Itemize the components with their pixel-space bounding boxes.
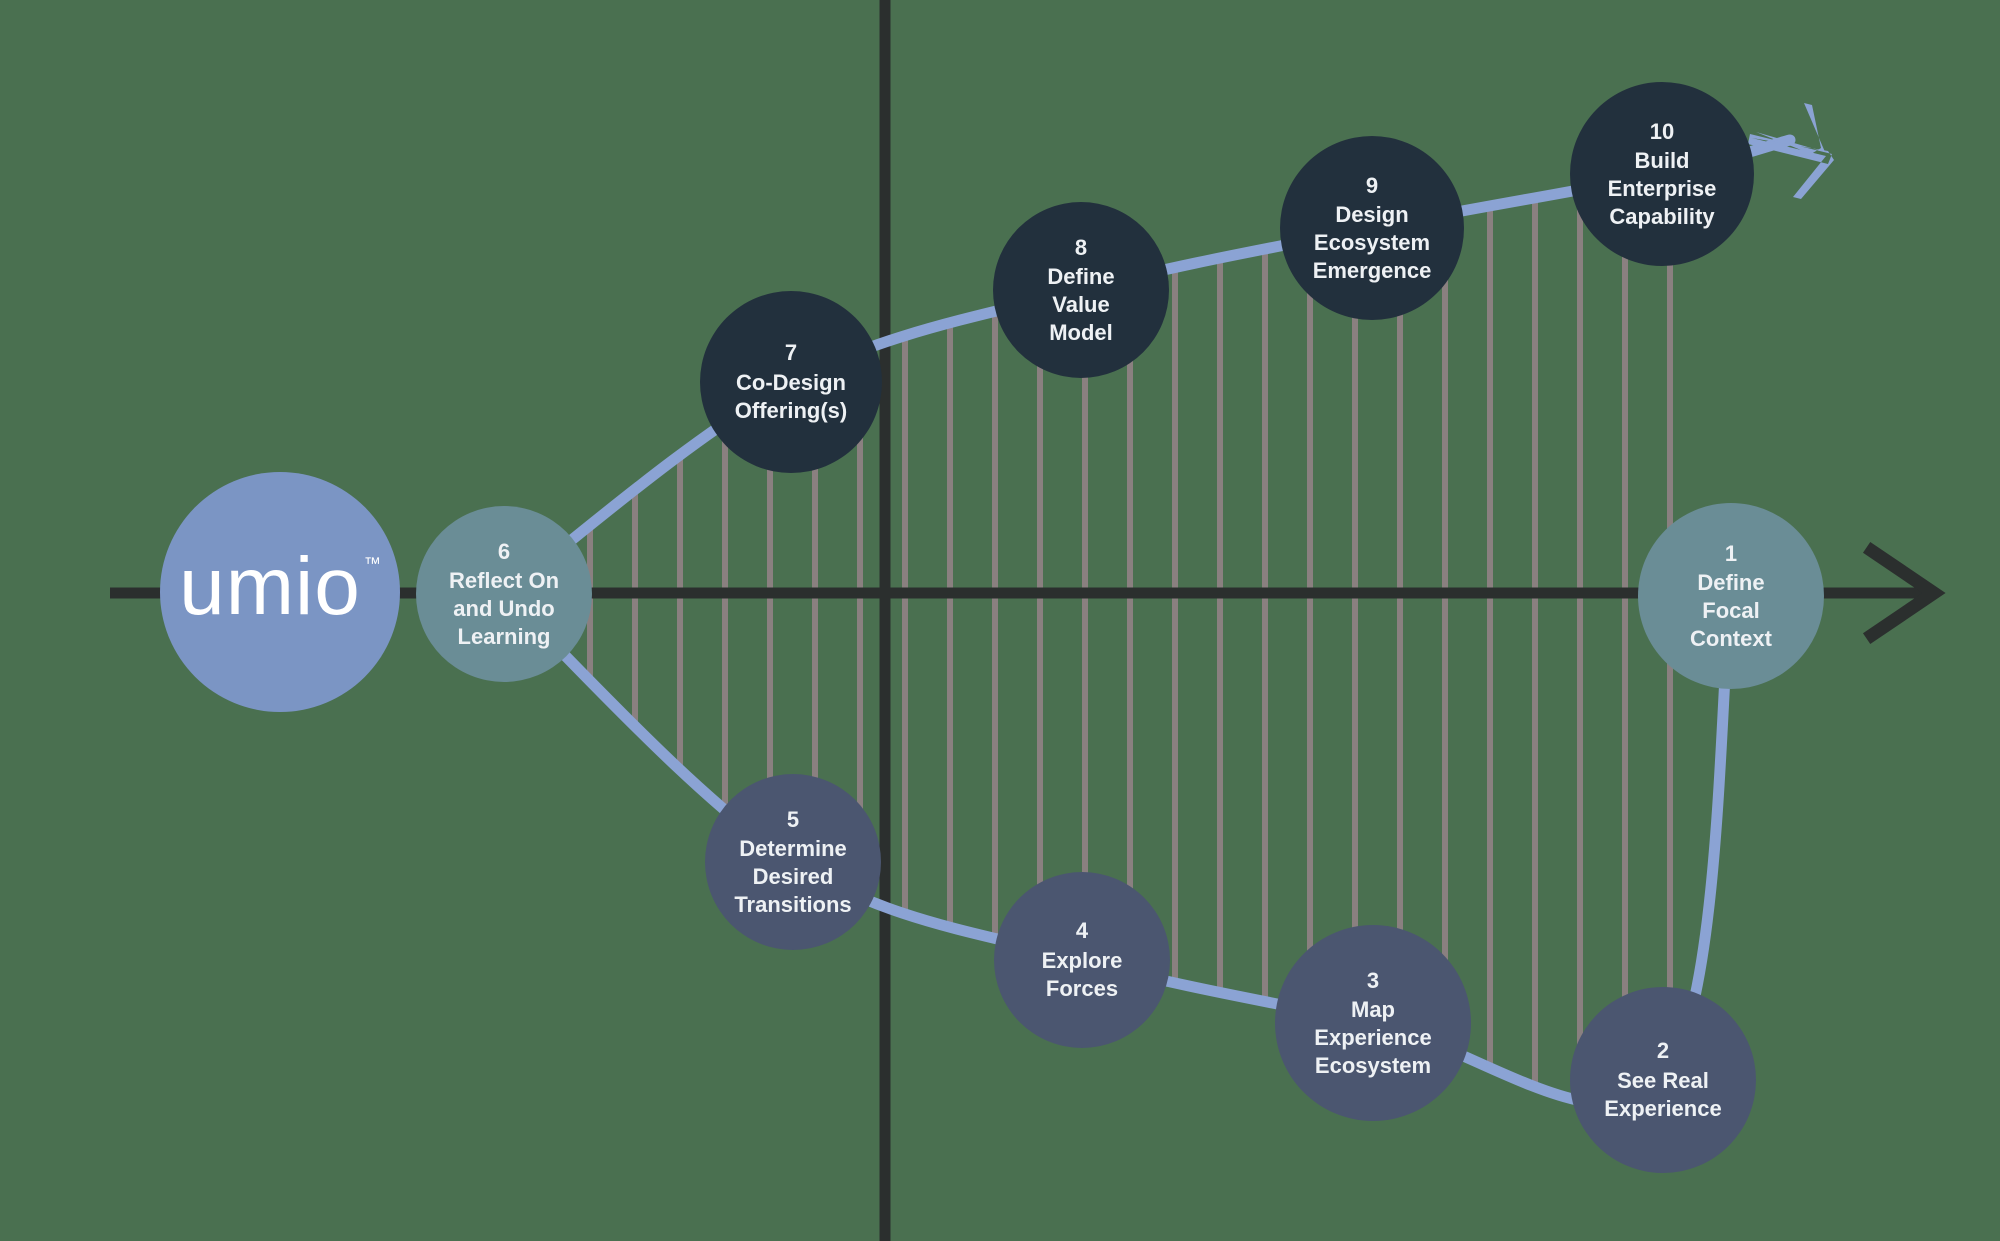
node-circle-2[interactable] xyxy=(1570,987,1756,1173)
node-circle-3[interactable] xyxy=(1275,925,1471,1121)
diagram-canvas: umio ™ 1 Define Focal Context 2 See Real Exper… xyxy=(0,0,2000,1241)
logo-wordmark: umio xyxy=(179,541,361,632)
node-circle-9[interactable] xyxy=(1280,136,1464,320)
node-circle-1[interactable] xyxy=(1638,503,1824,689)
node-circle-10[interactable] xyxy=(1570,82,1754,266)
node-circle-4[interactable] xyxy=(994,872,1170,1048)
node-circle-5[interactable] xyxy=(705,774,881,950)
node-circle-8[interactable] xyxy=(993,202,1169,378)
node-circle-7[interactable] xyxy=(700,291,882,473)
hatching-lines xyxy=(542,174,1673,1104)
trademark-symbol: ™ xyxy=(363,554,381,573)
node-circles xyxy=(416,82,1824,1173)
umio-logo: umio ™ xyxy=(160,540,400,644)
node-circle-6[interactable] xyxy=(416,506,592,682)
